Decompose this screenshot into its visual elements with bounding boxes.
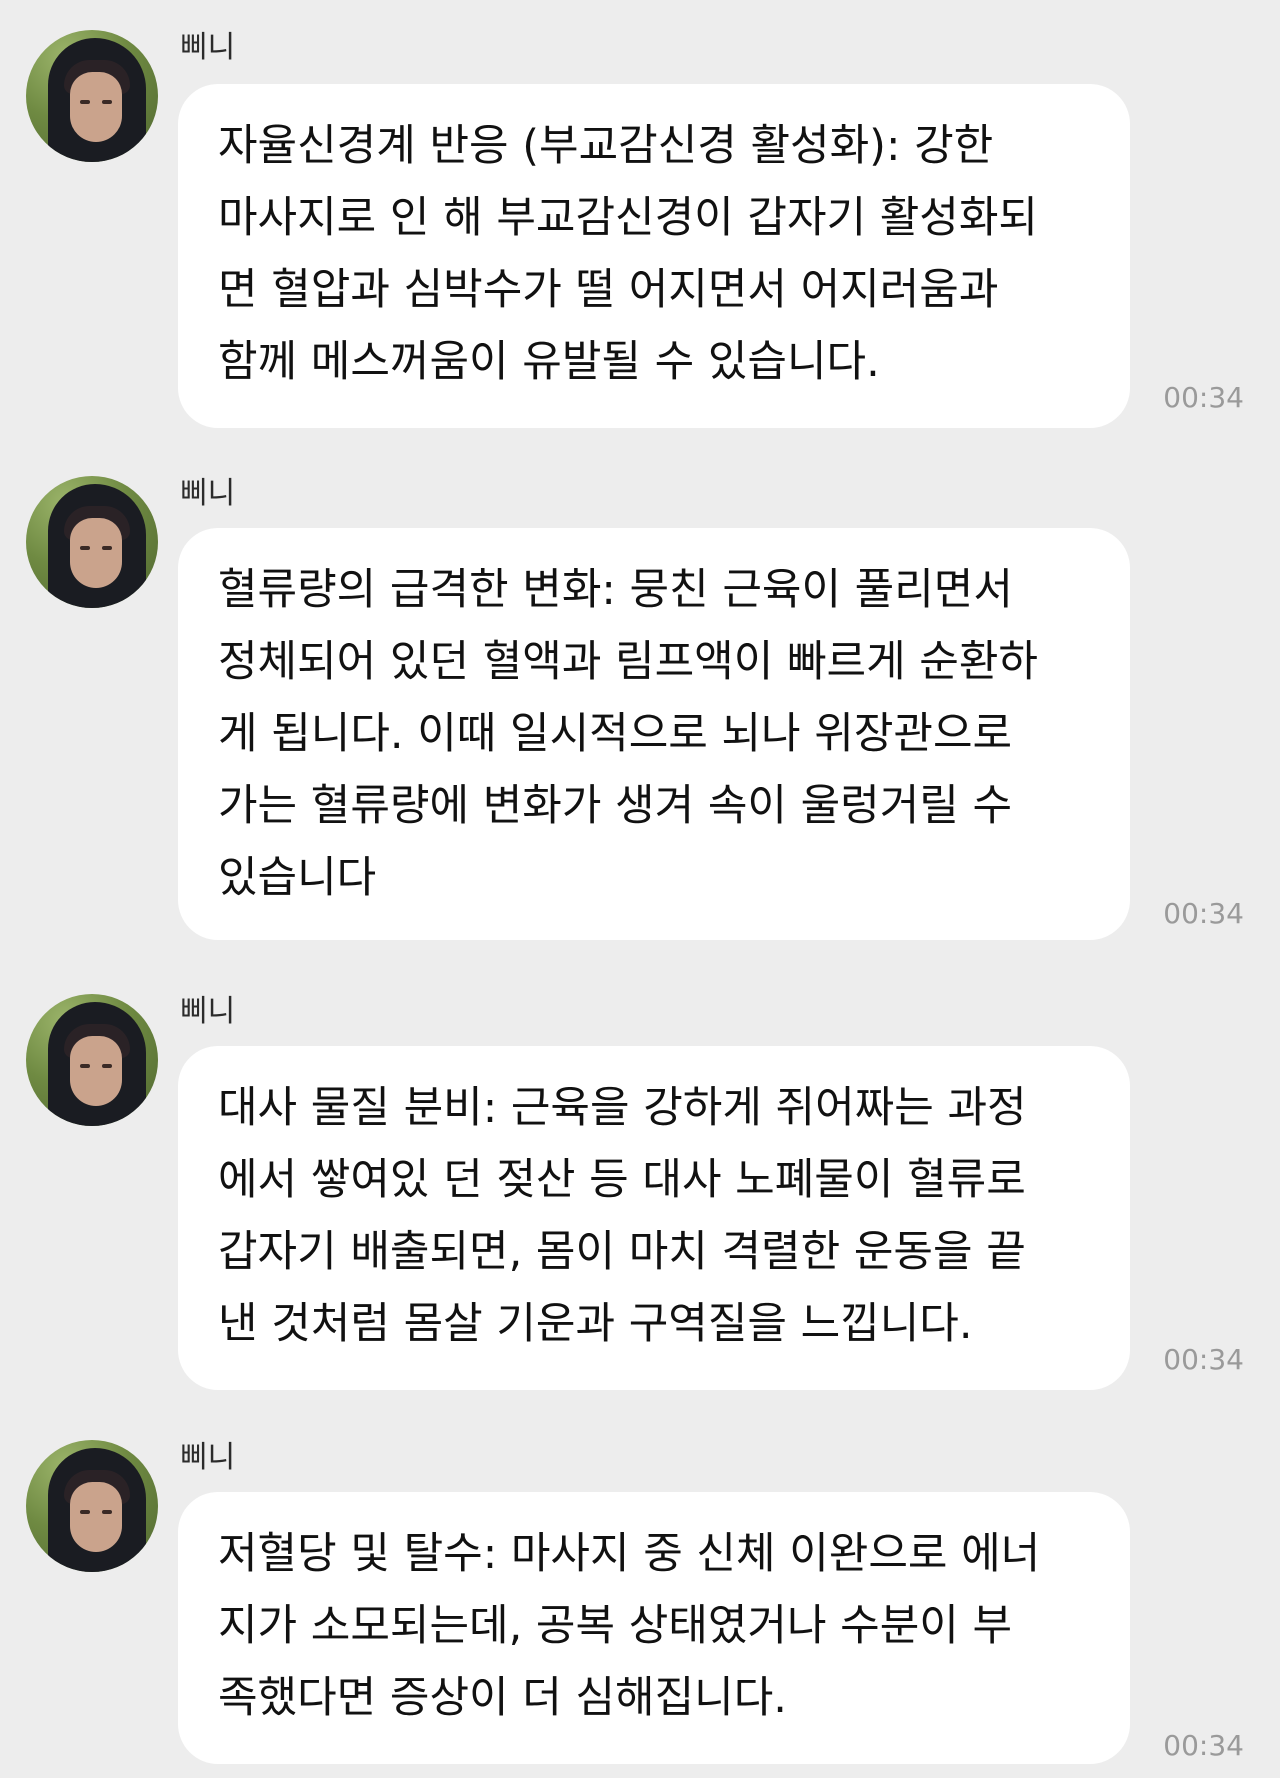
sender-name: 삐니 xyxy=(180,994,236,1029)
message-text: 혈류량의 급격한 변화: 뭉친 근육이 풀리면서 정체되어 있던 혈액과 림프액… xyxy=(218,565,1038,903)
sender-avatar[interactable] xyxy=(26,476,158,608)
message-bubble[interactable]: 혈류량의 급격한 변화: 뭉친 근육이 풀리면서 정체되어 있던 혈액과 림프액… xyxy=(178,528,1130,940)
sender-avatar[interactable] xyxy=(26,994,158,1126)
message-text: 저혈당 및 탈수: 마사지 중 신체 이완으로 에너 지가 소모되는데, 공복 … xyxy=(218,1529,1041,1723)
message-time: 00:34 xyxy=(1163,1343,1244,1376)
message-text: 대사 물질 분비: 근육을 강하게 쥐어짜는 과정 에서 쌓여있 던 젖산 등 … xyxy=(218,1083,1027,1349)
message-time: 00:34 xyxy=(1163,381,1244,414)
message-text: 자율신경계 반응 (부교감신경 활성화): 강한 마사지로 인 해 부교감신경이… xyxy=(218,121,1038,387)
sender-avatar[interactable] xyxy=(26,1440,158,1572)
message-time: 00:34 xyxy=(1163,1729,1244,1762)
sender-name: 삐니 xyxy=(180,30,236,65)
sender-name: 삐니 xyxy=(180,476,236,511)
message-time: 00:34 xyxy=(1163,897,1244,930)
message-bubble[interactable]: 저혈당 및 탈수: 마사지 중 신체 이완으로 에너 지가 소모되는데, 공복 … xyxy=(178,1492,1130,1764)
message-bubble[interactable]: 자율신경계 반응 (부교감신경 활성화): 강한 마사지로 인 해 부교감신경이… xyxy=(178,84,1130,428)
sender-avatar[interactable] xyxy=(26,30,158,162)
message-bubble[interactable]: 대사 물질 분비: 근육을 강하게 쥐어짜는 과정 에서 쌓여있 던 젖산 등 … xyxy=(178,1046,1130,1390)
sender-name: 삐니 xyxy=(180,1440,236,1475)
